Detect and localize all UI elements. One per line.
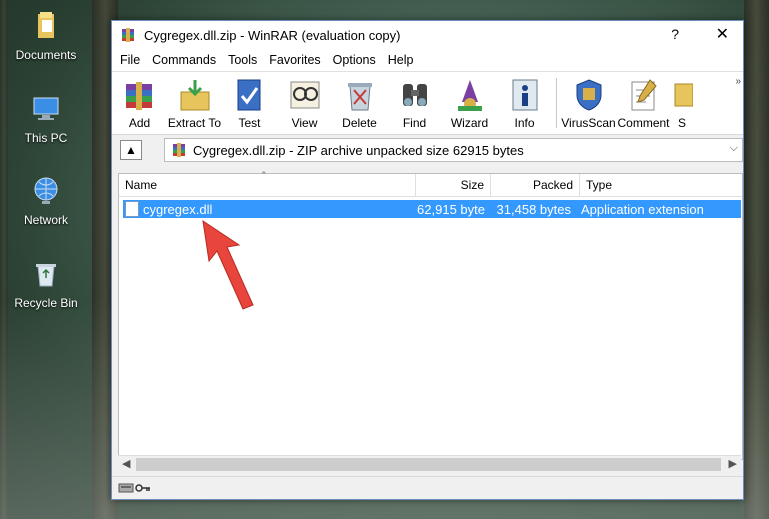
view-icon [290,81,319,109]
menu-help[interactable]: Help [382,53,420,67]
desktop-icon-recycle-bin[interactable]: Recycle Bin [6,258,86,310]
add-icon [125,82,152,110]
wizard-button[interactable]: Wizard [442,72,497,134]
menu-bar: File Commands Tools Favorites Options He… [112,49,743,72]
delete-icon [347,83,372,111]
horizontal-scrollbar[interactable]: ◀ ▶ [118,455,741,473]
sort-arrow-icon: ⌃ [260,170,268,180]
network-icon [34,177,58,204]
desktop-icon-label: Recycle Bin [14,296,78,310]
wizard-icon [457,80,482,111]
winrar-app-icon [122,28,134,42]
chevron-down-icon[interactable]: ⌵ [730,142,738,155]
sfx-button[interactable]: S [671,72,693,134]
desktop-icon-network[interactable]: Network [6,175,86,227]
virusscan-icon [576,79,601,111]
scrollbar-thumb[interactable] [136,458,721,471]
comment-icon [631,79,657,111]
path-combobox[interactable]: Cygregex.dll.zip - ZIP archive unpacked … [164,138,743,162]
virusscan-button[interactable]: VirusScan [561,72,616,134]
path-text: Cygregex.dll.zip - ZIP archive unpacked … [193,142,524,158]
drive-key-icon [118,483,150,493]
column-packed[interactable]: Packed [491,174,580,196]
menu-commands[interactable]: Commands [146,53,222,67]
menu-options[interactable]: Options [327,53,382,67]
up-folder-button[interactable]: ▲ [120,140,142,160]
window-title: Cygregex.dll.zip - WinRAR (evaluation co… [144,27,401,43]
info-icon [512,79,537,111]
scroll-left-icon[interactable]: ◀ [122,457,130,470]
comment-button[interactable]: Comment [616,72,671,134]
desktop-icon-this-pc[interactable]: This PC [6,93,86,145]
cell-packed: 31,458 bytes [496,201,571,217]
recycle-bin-icon [36,264,56,287]
folder-icon [38,12,54,38]
cell-type: Application extension [581,201,704,217]
delete-button[interactable]: Delete [332,72,387,134]
up-arrow-icon: ▲ [125,143,137,157]
dll-file-icon [125,201,139,217]
info-button[interactable]: Info [497,72,552,134]
find-icon [402,84,427,106]
scroll-right-icon[interactable]: ▶ [729,457,737,470]
close-button[interactable]: ✕ [716,24,729,44]
desktop-icon-label: Documents [15,48,77,62]
toolbar-overflow-button[interactable]: » [735,76,741,87]
menu-file[interactable]: File [114,53,146,67]
cell-name: cygregex.dll [143,201,213,217]
column-header-row: ⌃ Name Size Packed Type [119,170,742,197]
test-icon [237,79,260,111]
column-type[interactable]: Type [580,174,735,196]
view-button[interactable]: View [277,72,332,134]
column-size[interactable]: Size [416,174,491,196]
annotation-arrow-icon [202,219,254,310]
zip-archive-icon [173,143,185,157]
address-bar: ▲ Cygregex.dll.zip - ZIP archive unpacke… [112,135,743,165]
desktop-icon-label: Network [23,213,68,227]
desktop-icon-documents[interactable]: Documents [6,10,86,62]
extract-to-button[interactable]: Extract To [167,72,222,134]
help-button[interactable]: ? [671,26,679,42]
sfx-icon [674,83,693,107]
menu-tools[interactable]: Tools [222,53,263,67]
toolbar-separator [556,78,557,128]
title-bar[interactable]: Cygregex.dll.zip - WinRAR (evaluation co… [112,21,743,49]
status-bar [112,476,743,499]
computer-icon [33,97,59,120]
add-button[interactable]: Add [112,72,167,134]
cell-size: 62,915 byte [417,201,485,217]
menu-favorites[interactable]: Favorites [263,53,326,67]
extract-icon [180,80,209,111]
test-button[interactable]: Test [222,72,277,134]
toolbar: Add Extract To Test View Delete Find Wiz… [112,72,743,135]
find-button[interactable]: Find [387,72,442,134]
desktop-icon-label: This PC [24,131,68,145]
